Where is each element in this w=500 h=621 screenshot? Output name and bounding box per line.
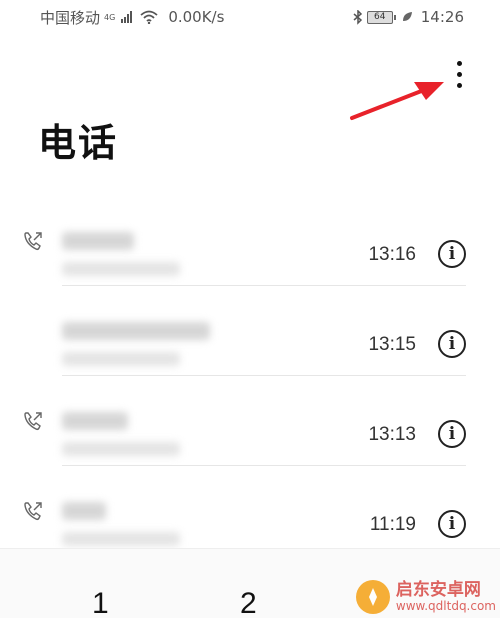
status-left: 中国移动 4G 0.00K/s <box>40 7 224 28</box>
call-time: 13:13 <box>368 424 416 445</box>
call-details-button[interactable]: i <box>438 330 466 358</box>
contact-name-redacted <box>62 232 134 250</box>
watermark: 启东安卓网 www.qdltdq.com <box>355 580 496 614</box>
key-2[interactable]: 2 <box>240 587 257 621</box>
key-1[interactable]: 1 <box>92 587 109 621</box>
carrier-label: 中国移动 <box>40 8 101 27</box>
battery-icon: 64 <box>366 10 396 24</box>
battery-level: 64 <box>374 12 386 22</box>
call-details-button[interactable]: i <box>438 240 466 268</box>
status-bar: 中国移动 4G 0.00K/s 64 14:26 <box>0 0 500 34</box>
call-details-button[interactable]: i <box>438 510 466 538</box>
call-log-item[interactable]: 13:15 i <box>0 286 500 376</box>
info-icon: i <box>448 244 456 264</box>
wifi-icon <box>140 10 158 24</box>
outgoing-call-icon <box>24 412 42 431</box>
info-icon: i <box>448 334 456 354</box>
watermark-title: 启东安卓网 <box>395 580 481 601</box>
more-vertical-icon <box>456 60 462 66</box>
contact-detail-redacted <box>62 442 180 456</box>
contact-name-redacted <box>62 412 128 430</box>
call-details-button[interactable]: i <box>438 420 466 448</box>
annotation-arrow-icon <box>350 82 444 120</box>
outgoing-call-icon <box>24 502 42 521</box>
call-log-list: 13:16 i 13:15 i 13:13 i 11:19 i <box>0 196 500 556</box>
contact-name-redacted <box>62 322 210 340</box>
dial-keypad: 1 2 启东安卓网 www.qdltdq.com <box>0 548 500 621</box>
watermark-logo-icon <box>355 580 390 614</box>
call-time: 11:19 <box>369 514 416 535</box>
watermark-url: www.qdltdq.com <box>395 598 496 613</box>
contact-detail-redacted <box>62 532 180 546</box>
bluetooth-icon <box>353 9 362 25</box>
contact-detail-redacted <box>62 262 180 276</box>
more-options-button[interactable] <box>446 54 472 94</box>
info-icon: i <box>448 514 456 534</box>
call-log-item[interactable]: 13:13 i <box>0 376 500 466</box>
network-speed: 0.00K/s <box>168 8 225 26</box>
info-icon: i <box>448 424 456 444</box>
call-log-item[interactable]: 13:16 i <box>0 196 500 286</box>
clock: 14:26 <box>420 8 464 26</box>
network-badge: 4G <box>104 12 116 22</box>
call-time: 13:16 <box>368 244 416 265</box>
outgoing-call-icon <box>24 232 42 251</box>
status-right: 64 14:26 <box>353 8 464 26</box>
call-log-item[interactable]: 11:19 i <box>0 466 500 556</box>
contact-detail-redacted <box>62 352 180 366</box>
page-title: 电话 <box>38 121 119 165</box>
contact-name-redacted <box>62 502 106 520</box>
leaf-icon <box>402 12 412 21</box>
call-time: 13:15 <box>368 334 416 355</box>
signal-icon <box>121 11 133 23</box>
